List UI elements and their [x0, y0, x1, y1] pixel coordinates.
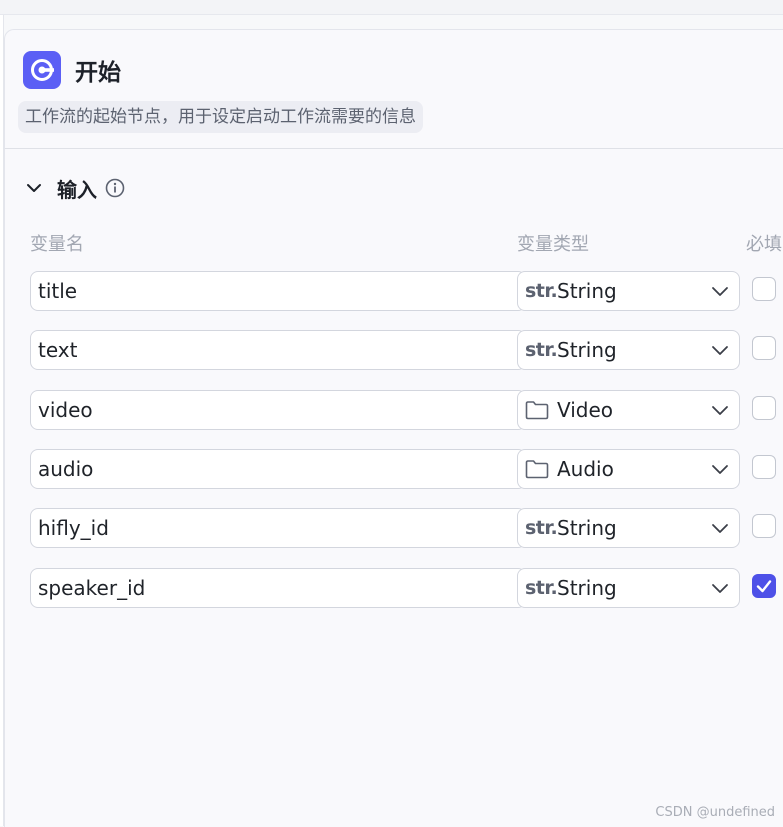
- watermark: CSDN @undefined: [655, 805, 775, 820]
- variable-type-select[interactable]: Video: [517, 390, 740, 430]
- variable-name-input[interactable]: hifly_id: [30, 508, 526, 548]
- type-label: String: [557, 338, 617, 362]
- variable-row: hifly_id str. String: [5, 508, 783, 548]
- variable-type-select[interactable]: str. String: [517, 271, 740, 311]
- divider: [5, 148, 783, 149]
- start-node-panel: 开始 工作流的起始节点，用于设定启动工作流需要的信息 输入 变量名 变量类型 必…: [4, 29, 783, 827]
- required-checkbox[interactable]: [752, 514, 776, 538]
- variable-row: text str. String: [5, 330, 783, 370]
- variable-row: speaker_id str. String: [5, 568, 783, 608]
- variable-name-input[interactable]: text: [30, 330, 526, 370]
- variable-row: title str. String: [5, 271, 783, 311]
- column-header-required: 必填: [746, 230, 782, 256]
- column-header-name: 变量名: [30, 230, 84, 256]
- chevron-down-icon: [711, 282, 729, 300]
- chevron-down-icon: [711, 460, 729, 478]
- str-icon: str.: [525, 576, 551, 600]
- str-icon: str.: [525, 516, 551, 540]
- required-checkbox[interactable]: [752, 455, 776, 479]
- str-icon: str.: [525, 338, 551, 362]
- section-title: 输入: [57, 174, 97, 203]
- type-label: Video: [557, 398, 613, 422]
- top-bar: [0, 0, 783, 15]
- variable-type-select[interactable]: str. String: [517, 568, 740, 608]
- column-header-type: 变量类型: [517, 230, 589, 256]
- type-label: String: [557, 279, 617, 303]
- type-label: Audio: [557, 457, 614, 481]
- variable-type-select[interactable]: str. String: [517, 330, 740, 370]
- node-header: 开始: [23, 50, 121, 90]
- variable-name-input[interactable]: audio: [30, 449, 526, 489]
- node-description: 工作流的起始节点，用于设定启动工作流需要的信息: [18, 101, 423, 133]
- type-label: String: [557, 576, 617, 600]
- chevron-down-icon[interactable]: [25, 179, 43, 197]
- str-icon: str.: [525, 279, 551, 303]
- required-checkbox[interactable]: [752, 396, 776, 420]
- variable-type-select[interactable]: Audio: [517, 449, 740, 489]
- required-checkbox[interactable]: [752, 277, 776, 301]
- folder-icon: [525, 457, 551, 481]
- chevron-down-icon: [711, 341, 729, 359]
- required-checkbox[interactable]: [752, 336, 776, 360]
- chevron-down-icon: [711, 401, 729, 419]
- variable-row: video Video: [5, 390, 783, 430]
- checkmark-icon: [753, 575, 775, 597]
- variable-row: audio Audio: [5, 449, 783, 489]
- required-checkbox[interactable]: [752, 574, 776, 598]
- input-section-header[interactable]: 输入: [25, 174, 125, 202]
- start-node-icon: [23, 51, 61, 89]
- variable-type-select[interactable]: str. String: [517, 508, 740, 548]
- node-title: 开始: [75, 53, 121, 87]
- info-icon[interactable]: [105, 178, 125, 198]
- type-label: String: [557, 516, 617, 540]
- chevron-down-icon: [711, 519, 729, 537]
- variable-name-input[interactable]: video: [30, 390, 526, 430]
- variable-name-input[interactable]: title: [30, 271, 526, 311]
- chevron-down-icon: [711, 579, 729, 597]
- variable-name-input[interactable]: speaker_id: [30, 568, 526, 608]
- folder-icon: [525, 398, 551, 422]
